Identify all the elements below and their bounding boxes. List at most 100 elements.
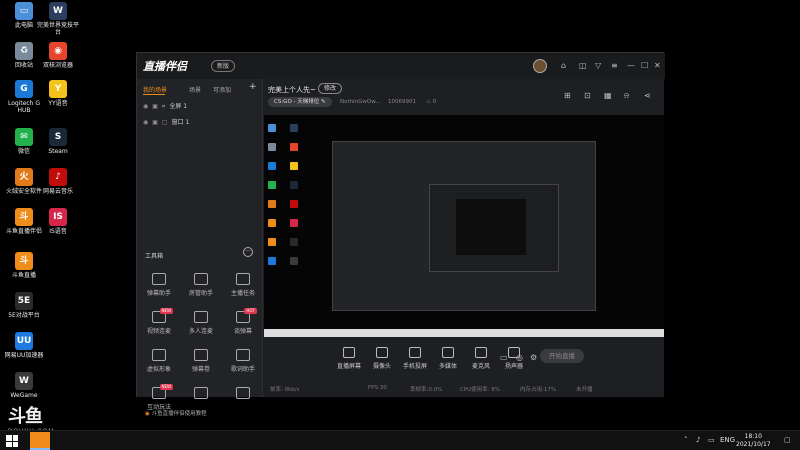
control-icon [343, 347, 355, 358]
preview-nested-window-deepest [456, 199, 526, 255]
control-bar: 直播屏幕 摄像头 手机投屏 多媒体 麦克风 扬声器 ▭ ◎ ⚙ 开始直播 帧率: 0kb/… [264, 339, 664, 397]
desktop-icon[interactable]: W 完美世界竞技平台 [36, 2, 80, 36]
tool-label: 弹幕卷 [191, 366, 210, 373]
control-button[interactable]: 手机投屏 [398, 347, 432, 370]
message-icon[interactable]: ⌂ [561, 61, 566, 71]
clock[interactable]: 18:10 2021/10/17 [736, 433, 771, 449]
tab-my-scenes[interactable]: 我的场景 [143, 85, 167, 94]
bell-icon[interactable]: ⍾ [624, 91, 629, 101]
language-indicator[interactable]: ENG [720, 436, 735, 444]
fullscreen-icon: ⌗ [161, 103, 166, 110]
control-button[interactable]: 直播屏幕 [332, 347, 366, 370]
toolbox-item[interactable] [223, 387, 263, 402]
app-icon: ◉ [49, 42, 67, 60]
toolbox-item[interactable]: NEW 互动玩法 [139, 384, 179, 411]
start-button[interactable] [6, 435, 18, 447]
desktop-icon-label: IS语音 [49, 228, 67, 235]
settings-icon[interactable]: ▽ [595, 61, 601, 71]
preview-nested-window [332, 141, 596, 311]
tool-label: 歌词助手 [230, 366, 255, 373]
menu-icon[interactable]: ≡ [611, 61, 618, 71]
desktop-icon[interactable]: ♪ 网易云音乐 [36, 168, 80, 195]
network-icon[interactable]: ▭ [708, 436, 715, 444]
desktop-icon-label: 双核浏览器 [42, 62, 73, 69]
start-live-button[interactable]: 开始直播 [540, 349, 584, 363]
version-badge[interactable]: 新版 [211, 60, 236, 72]
gear-icon[interactable]: ⚙ [530, 353, 537, 363]
desktop-icon[interactable]: 5E 5E对战平台 [2, 292, 46, 319]
desktop-icon-label: WeGame [10, 392, 38, 399]
record-video-icon[interactable]: ▭ [500, 353, 508, 363]
preview-mini-icon [268, 200, 276, 208]
desktop-icon[interactable]: S Steam [36, 128, 80, 155]
window-icon: ▢ [161, 119, 168, 126]
skin-icon[interactable]: ◫ [579, 61, 587, 71]
record-icon[interactable]: ▦ [604, 91, 612, 100]
close-icon[interactable]: ✕ [654, 61, 661, 71]
toolbox-more-icon[interactable]: ··· [243, 247, 253, 257]
tutorial-link[interactable]: ◉ 斗鱼直播伴侣使用教程 [145, 409, 207, 417]
desktop-icon-label: 5E对战平台 [8, 312, 40, 319]
stream-preview[interactable] [264, 115, 664, 337]
control-button[interactable]: 麦克风 [464, 347, 498, 370]
desktop-icon[interactable]: UU 网易UU加速器 [2, 332, 46, 359]
tool-badge: HOT [244, 308, 257, 314]
room-id: 10069901 [388, 99, 416, 105]
tool-label: 多人连麦 [188, 328, 213, 335]
toolbox-item[interactable]: 虚拟形象 [139, 349, 179, 373]
toolbox-item[interactable]: 主播任务 [223, 273, 263, 297]
desktop-icon[interactable]: ◉ 双核浏览器 [36, 42, 80, 69]
maximize-icon[interactable]: ☐ [641, 61, 648, 71]
toolbox-item[interactable]: 歌词助手 [223, 349, 263, 373]
edit-title-button[interactable]: 修改 [318, 83, 343, 94]
desktop-icon-label: 完美世界竞技平台 [36, 22, 79, 36]
source-item[interactable]: ◉ ▣ ▢ 窗口 1 [143, 117, 189, 126]
toolbox-item[interactable]: 弹幕助手 [139, 273, 179, 297]
preview-mini-icon [268, 257, 276, 265]
toolbox-item[interactable]: HOT 谈弹幕 [223, 308, 263, 335]
eye-icon: ◉ [143, 103, 149, 110]
tool-icon [152, 273, 166, 285]
toolbox-item[interactable]: 弹幕卷 [181, 349, 221, 373]
tab-addable[interactable]: 可添加 [213, 85, 231, 94]
tool-icon [236, 273, 250, 285]
minimize-icon[interactable]: — [627, 61, 635, 71]
control-button[interactable]: 多媒体 [431, 347, 465, 370]
speaker-icon[interactable]: ♪ [696, 436, 700, 444]
desktop-icon[interactable]: Y YY语音 [36, 80, 80, 107]
app-icon: 斗 [15, 208, 33, 226]
toolbox-item[interactable]: 房管助手 [181, 273, 221, 297]
eye-icon: ◉ [143, 119, 149, 126]
desktop-icon[interactable]: W WeGame [2, 372, 46, 399]
room-title: 完美上个人先~ [268, 86, 316, 94]
tab-scenes[interactable]: 场景 [189, 85, 201, 94]
status-bar: 帧率: 0kb/s FPS:30 丢帧率:0.0% CPU使用率: 8% 内存占用:17… [264, 383, 664, 395]
control-button[interactable]: 摄像头 [365, 347, 399, 370]
source-item[interactable]: ◉ ▣ ⌗ 全屏 1 [143, 101, 187, 111]
app-icon: W [15, 372, 33, 390]
control-icon [442, 347, 454, 358]
timer-icon[interactable]: ◎ [516, 353, 523, 363]
toolbox-item[interactable] [181, 387, 221, 402]
preview-mini-icon [290, 257, 298, 265]
taskbar-app-douyu[interactable] [30, 432, 50, 450]
notification-icon[interactable]: ▢ [784, 436, 791, 444]
tool-badge: NEW [159, 384, 173, 390]
app-icon: 5E [15, 292, 33, 310]
desktop-icon[interactable]: 斗斗鱼直播 [2, 252, 46, 279]
app-icon: ♻ [15, 42, 33, 60]
category-pill[interactable]: CS:GO - 天梯排位 ✎ [268, 97, 332, 107]
share-icon[interactable]: ⋖ [644, 91, 651, 100]
add-source-icon[interactable]: + [249, 82, 257, 92]
toolbox-item[interactable]: NEW 视频连麦 [139, 308, 179, 335]
chevron-up-icon[interactable]: ˄ [684, 436, 688, 444]
desktop-icon[interactable]: IS IS语音 [36, 208, 80, 235]
preview-mini-icon [268, 124, 276, 132]
gift-icon[interactable]: ⊞ [564, 91, 571, 100]
control-label: 直播屏幕 [336, 363, 361, 370]
preview-mini-icon [290, 162, 298, 170]
toolbox-item[interactable]: 多人连麦 [181, 311, 221, 335]
streamer-nickname: NothinGwOw... [340, 99, 381, 105]
lock-icon[interactable]: ⊡ [584, 91, 591, 100]
avatar[interactable] [533, 59, 547, 73]
